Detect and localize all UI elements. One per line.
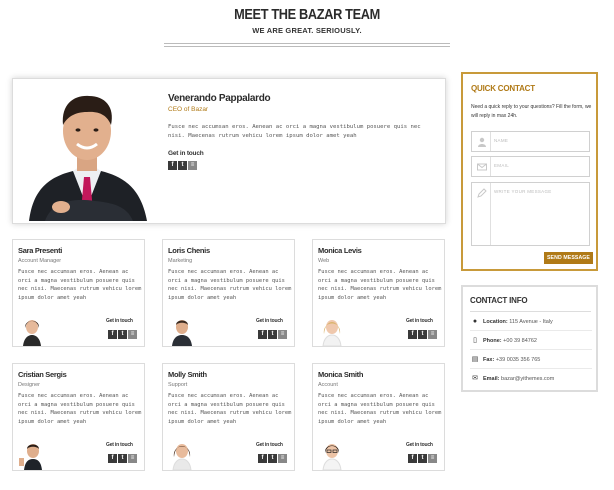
- twitter-icon[interactable]: t: [118, 454, 127, 463]
- contact-info-title: CONTACT INFO: [470, 296, 528, 305]
- rss-icon[interactable]: ≡: [428, 330, 437, 339]
- member-avatar: [17, 314, 47, 346]
- contact-location: ● Location: 115 Avenue - Italy: [470, 313, 592, 331]
- twitter-icon[interactable]: t: [268, 454, 277, 463]
- member-description: Fusce nec accumsan eros. Aenean ac orci …: [18, 269, 142, 301]
- get-in-touch-label: Get in touch: [406, 318, 433, 324]
- member-description: Fusce nec accumsan eros. Aenean ac orci …: [318, 393, 442, 425]
- fax-icon: ▤: [471, 356, 479, 363]
- social-links: f t ≡: [258, 454, 287, 463]
- member-description: Fusce nec accumsan eros. Aenean ac orci …: [168, 124, 421, 139]
- rss-icon[interactable]: ≡: [128, 454, 137, 463]
- contact-email[interactable]: ✉ Email: bazar@yithemes.com: [470, 370, 592, 388]
- twitter-icon[interactable]: t: [118, 330, 127, 339]
- page-subtitle: WE ARE GREAT. SERIOUSLY.: [252, 26, 362, 35]
- member-name: Sara Presenti: [18, 246, 63, 255]
- email-field[interactable]: EMAIL: [471, 156, 590, 177]
- message-placeholder: WRITE YOUR MESSAGE: [494, 189, 552, 194]
- send-message-button[interactable]: SEND MESSAGE: [544, 252, 593, 264]
- facebook-icon[interactable]: f: [258, 454, 267, 463]
- member-name: Monica Levis: [318, 246, 362, 255]
- member-avatar: [317, 438, 347, 470]
- member-avatar: [317, 314, 347, 346]
- facebook-icon[interactable]: f: [168, 161, 177, 170]
- rss-icon[interactable]: ≡: [278, 454, 287, 463]
- facebook-icon[interactable]: f: [408, 454, 417, 463]
- twitter-icon[interactable]: t: [418, 454, 427, 463]
- twitter-icon[interactable]: t: [178, 161, 187, 170]
- get-in-touch-label: Get in touch: [106, 318, 133, 324]
- email-placeholder: EMAIL: [494, 163, 510, 168]
- member-role: Designer: [18, 382, 41, 388]
- get-in-touch-label: Get in touch: [256, 442, 283, 448]
- contact-fax: ▤ Fax: +39 0035 356 765: [470, 351, 592, 369]
- member-role: Web: [318, 258, 330, 264]
- member-description: Fusce nec accumsan eros. Aenean ac orci …: [318, 269, 442, 301]
- member-description: Fusce nec accumsan eros. Aenean ac orci …: [18, 393, 142, 425]
- member-role: Account Manager: [18, 258, 62, 264]
- rss-icon[interactable]: ≡: [128, 330, 137, 339]
- contact-info-widget: CONTACT INFO ● Location: 115 Avenue - Ita…: [461, 285, 598, 392]
- envelope-icon: ✉: [472, 375, 478, 382]
- get-in-touch-label: Get in touch: [168, 150, 204, 157]
- featured-member-photo: [15, 81, 159, 221]
- member-name: Molly Smith: [168, 370, 207, 379]
- social-links: f t ≡: [408, 330, 437, 339]
- twitter-icon[interactable]: t: [418, 330, 427, 339]
- team-member-card: Monica Levis Web Fusce nec accumsan eros. …: [312, 239, 445, 347]
- map-pin-icon: ●: [472, 318, 478, 325]
- member-avatar: [17, 438, 47, 470]
- team-member-card: Cristian Sergis Designer Fusce nec accumsa…: [12, 363, 145, 471]
- facebook-icon[interactable]: f: [408, 330, 417, 339]
- get-in-touch-label: Get in touch: [256, 318, 283, 324]
- user-icon: [477, 137, 487, 147]
- member-description: Fusce nec accumsan eros. Aenean ac orci …: [168, 269, 292, 301]
- contact-phone: ▯ Phone: +00 39 84762: [470, 332, 592, 350]
- page-header: MEET THE BAZAR TEAM WE ARE GREAT. SERIOU…: [0, 6, 614, 47]
- rss-icon[interactable]: ≡: [188, 161, 197, 170]
- member-description: Fusce nec accumsan eros. Aenean ac orci …: [168, 393, 292, 425]
- twitter-icon[interactable]: t: [268, 330, 277, 339]
- member-role: Marketing: [168, 258, 193, 264]
- get-in-touch-label: Get in touch: [106, 442, 133, 448]
- facebook-icon[interactable]: f: [108, 454, 117, 463]
- member-name: Venerando Pappalardo: [168, 93, 271, 104]
- quick-contact-title: QUICK CONTACT: [471, 84, 535, 93]
- featured-member-card: Venerando Pappalardo CEO of Bazar Fusce …: [12, 78, 446, 224]
- member-name: Cristian Sergis: [18, 370, 67, 379]
- member-name: Loris Chenis: [168, 246, 210, 255]
- header-divider: [164, 43, 450, 47]
- name-field[interactable]: NAME: [471, 131, 590, 152]
- team-member-card: Loris Chenis Marketing Fusce nec accumsan …: [162, 239, 295, 347]
- social-links: f t ≡: [108, 330, 137, 339]
- get-in-touch-label: Get in touch: [406, 442, 433, 448]
- social-links: f t ≡: [108, 454, 137, 463]
- rss-icon[interactable]: ≡: [278, 330, 287, 339]
- page-title: MEET THE BAZAR TEAM: [234, 6, 380, 23]
- envelope-icon: [477, 162, 487, 172]
- name-placeholder: NAME: [494, 138, 509, 143]
- message-field[interactable]: WRITE YOUR MESSAGE: [471, 182, 590, 246]
- social-links: f t ≡: [408, 454, 437, 463]
- quick-contact-widget: QUICK CONTACT Need a quick reply to your…: [461, 72, 598, 271]
- phone-icon: ▯: [473, 337, 477, 344]
- team-member-card: Sara Presenti Account Manager Fusce nec ac…: [12, 239, 145, 347]
- member-name: Monica Smith: [318, 370, 364, 379]
- quick-contact-description: Need a quick reply to your questions? Fi…: [471, 104, 592, 119]
- contact-divider: [470, 311, 591, 312]
- team-member-card: Monica Smith Account Fusce nec accumsan er…: [312, 363, 445, 471]
- team-member-card: Molly Smith Support Fusce nec accumsan ero…: [162, 363, 295, 471]
- social-links: f t ≡: [168, 161, 438, 170]
- facebook-icon[interactable]: f: [108, 330, 117, 339]
- pencil-icon: [477, 188, 487, 198]
- member-avatar: [167, 438, 197, 470]
- member-avatar: [167, 314, 197, 346]
- member-role: CEO of Bazar: [168, 106, 209, 113]
- member-role: Support: [168, 382, 188, 388]
- social-links: f t ≡: [258, 330, 287, 339]
- member-role: Account: [318, 382, 338, 388]
- rss-icon[interactable]: ≡: [428, 454, 437, 463]
- facebook-icon[interactable]: f: [258, 330, 267, 339]
- featured-member-info: Venerando Pappalardo CEO of Bazar Fusce …: [168, 93, 438, 170]
